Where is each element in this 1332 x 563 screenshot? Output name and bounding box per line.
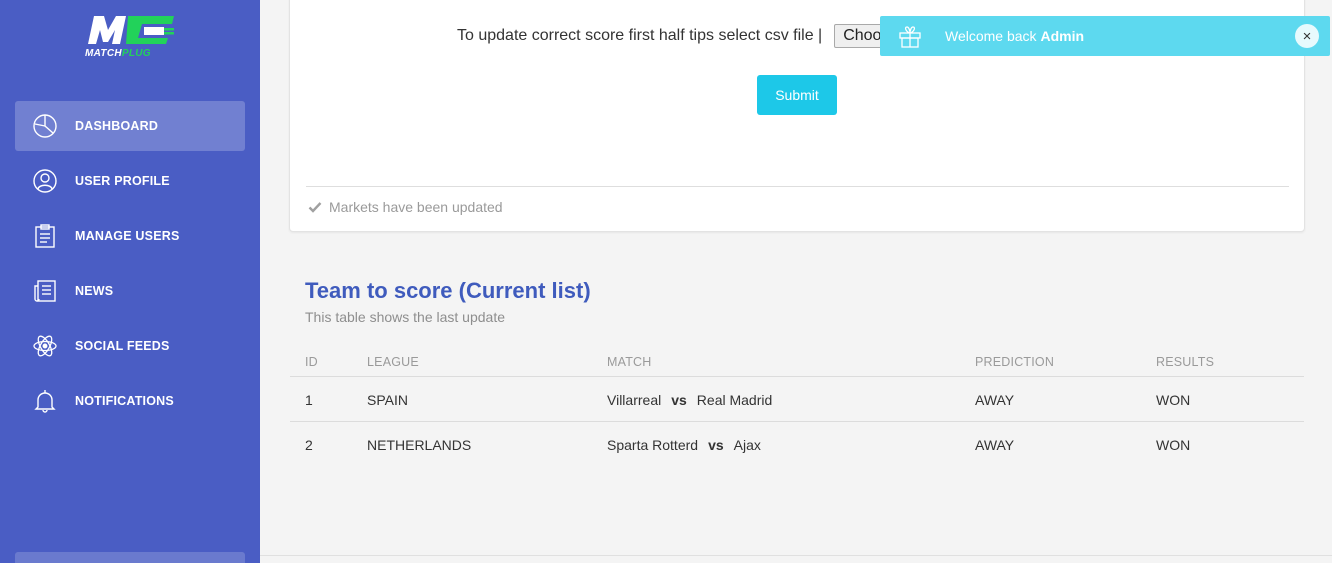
brand-name: MATCH [85, 48, 122, 59]
sidebar-item-dashboard[interactable]: DASHBOARD [15, 101, 245, 151]
sidebar: MATCHPLUG DASHBOARD USER PROFILE MANAGE … [0, 0, 260, 563]
sidebar-item-label: MANAGE USERS [75, 229, 180, 243]
cell-result: WON [1156, 437, 1191, 453]
cell-result: WON [1156, 392, 1191, 408]
cell-prediction: AWAY [975, 392, 1015, 408]
table-header: ID LEAGUE MATCH PREDICTION RESULTS [290, 345, 1304, 377]
section-subtitle: This table shows the last update [305, 309, 506, 325]
clipboard-icon [32, 223, 58, 249]
table-row[interactable]: 1 SPAIN Villarreal vs Real Madrid AWAY WON [290, 377, 1304, 422]
team-to-score-table: ID LEAGUE MATCH PREDICTION RESULTS 1 SPA… [290, 345, 1304, 467]
sidebar-item-manage-users[interactable]: MANAGE USERS [15, 211, 245, 261]
cell-id: 2 [305, 437, 313, 453]
cell-match: Sparta Rotterd vs Ajax [607, 437, 761, 453]
away-team: Real Madrid [696, 392, 773, 408]
cell-league: NETHERLANDS [367, 437, 472, 453]
bell-icon [32, 388, 58, 414]
section-title: Team to score (Current list) [305, 278, 591, 303]
column-header-prediction[interactable]: PREDICTION [975, 355, 1054, 369]
sidebar-item-label: NEWS [75, 284, 114, 298]
pie-chart-icon [32, 113, 58, 139]
toast-text: Welcome back [945, 28, 1037, 44]
brand-name-accent: PLUG [121, 48, 151, 59]
check-icon [308, 202, 322, 213]
divider [306, 186, 1289, 187]
sidebar-item-label: NOTIFICATIONS [75, 394, 174, 408]
vs-label: vs [708, 437, 724, 453]
sidebar-footer-button[interactable] [15, 552, 245, 563]
welcome-toast: Welcome back Admin × [880, 16, 1330, 56]
sidebar-nav: DASHBOARD USER PROFILE MANAGE USERS NEWS… [15, 101, 245, 431]
away-team: Ajax [733, 437, 761, 453]
sidebar-item-label: DASHBOARD [75, 119, 159, 133]
cell-id: 1 [305, 392, 313, 408]
footer-divider [260, 555, 1332, 556]
cell-league: SPAIN [367, 392, 408, 408]
vs-label: vs [671, 392, 687, 408]
user-icon [32, 168, 58, 194]
upload-label: To update correct score first half tips … [457, 27, 823, 44]
sidebar-item-social-feeds[interactable]: SOCIAL FEEDS [15, 321, 245, 371]
atom-icon [32, 333, 58, 359]
toast-username: Admin [1040, 28, 1085, 44]
column-header-results[interactable]: RESULTS [1156, 355, 1214, 369]
gift-icon [899, 26, 921, 48]
upload-status: Markets have been updated [308, 199, 503, 215]
cell-match: Villarreal vs Real Madrid [607, 392, 772, 408]
table-row[interactable]: 2 NETHERLANDS Sparta Rotterd vs Ajax AWAY … [290, 422, 1304, 467]
toast-message: Welcome back Admin [945, 28, 1084, 44]
close-icon[interactable]: × [1295, 24, 1319, 48]
sidebar-item-label: SOCIAL FEEDS [75, 339, 170, 353]
column-header-league[interactable]: LEAGUE [367, 355, 419, 369]
upload-row: To update correct score first half tips … [457, 24, 891, 48]
home-team: Villarreal [607, 392, 662, 408]
sidebar-item-user-profile[interactable]: USER PROFILE [15, 156, 245, 206]
cell-prediction: AWAY [975, 437, 1015, 453]
brand-wordmark: MATCHPLUG [85, 48, 151, 59]
sidebar-item-label: USER PROFILE [75, 174, 170, 188]
upload-status-text: Markets have been updated [329, 199, 503, 215]
column-header-match[interactable]: MATCH [607, 355, 652, 369]
submit-button[interactable]: Submit [757, 75, 837, 115]
newspaper-icon [32, 278, 58, 304]
home-team: Sparta Rotterd [607, 437, 699, 453]
column-header-id[interactable]: ID [305, 355, 318, 369]
sidebar-item-notifications[interactable]: NOTIFICATIONS [15, 376, 245, 426]
sidebar-item-news[interactable]: NEWS [15, 266, 245, 316]
